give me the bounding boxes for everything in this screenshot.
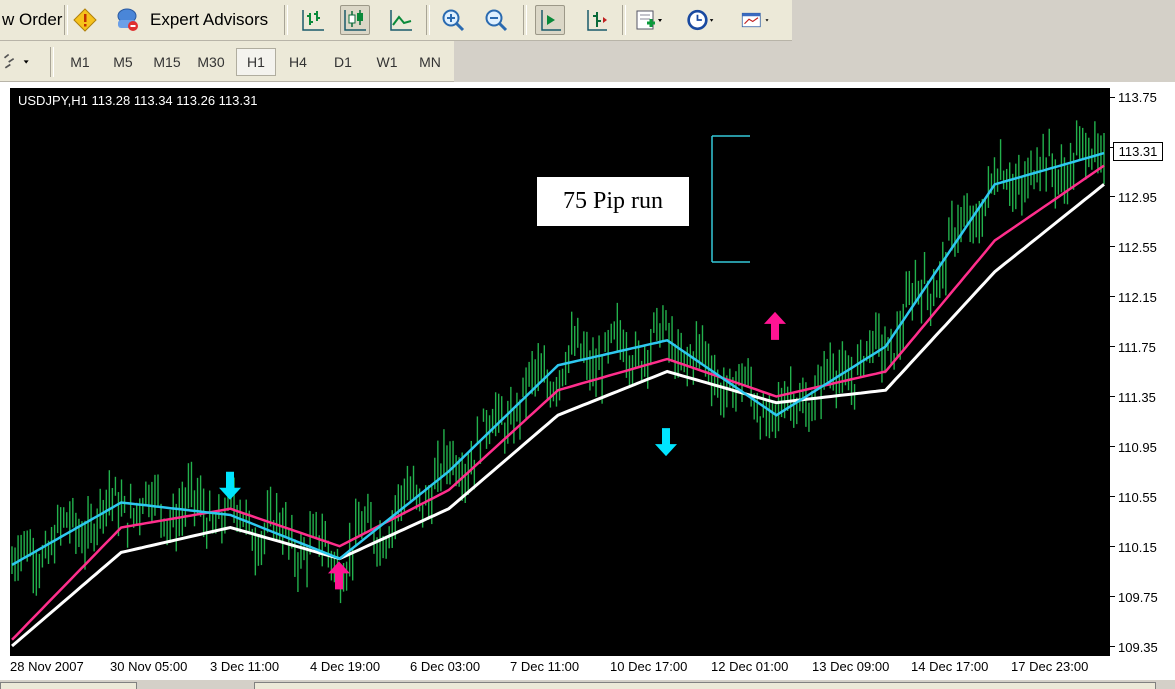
price-label: 110.95 — [1118, 440, 1157, 455]
timeframe-m5[interactable]: M5 — [103, 48, 143, 76]
chart-info: USDJPY,H1 113.28 113.34 113.26 113.31 — [18, 93, 258, 108]
line-chart-icon[interactable] — [386, 5, 416, 35]
price-tick — [1110, 496, 1115, 497]
sell-arrow-icon — [655, 428, 677, 457]
indicators-icon[interactable] — [634, 5, 664, 35]
price-tick — [1110, 97, 1115, 98]
line-studies-icon[interactable] — [2, 47, 32, 77]
buy-arrow-icon — [764, 311, 786, 340]
ma-mid-line — [11, 164, 1105, 641]
price-tick — [1110, 396, 1115, 397]
expert-advisors-icon[interactable] — [112, 5, 142, 35]
date-label: 10 Dec 17:00 — [610, 659, 688, 674]
price-label: 109.35 — [1118, 640, 1158, 655]
current-price-label: 113.31 — [1113, 142, 1163, 161]
timeframe-w1[interactable]: W1 — [367, 48, 407, 76]
date-label: 13 Dec 09:00 — [812, 659, 890, 674]
price-label: 112.95 — [1118, 190, 1157, 205]
sell-arrow-icon — [219, 471, 241, 500]
date-label: 3 Dec 11:00 — [210, 659, 280, 674]
price-label: 110.15 — [1118, 540, 1157, 555]
price-tick — [1110, 646, 1115, 647]
price-label: 112.15 — [1118, 290, 1157, 305]
price-chart — [11, 120, 1105, 648]
autotrading-icon[interactable] — [70, 5, 100, 35]
toolbar-separator — [50, 47, 54, 77]
toolbar-separator — [64, 5, 68, 35]
ma-slow-line — [11, 183, 1105, 648]
toolbar-separator — [523, 5, 527, 35]
price-tick — [1110, 446, 1115, 447]
price-tick — [1110, 296, 1115, 297]
expert-advisors-button[interactable]: Expert Advisors — [150, 10, 268, 30]
date-label: 30 Nov 05:00 — [110, 659, 188, 674]
pip-run-annotation: 75 Pip run — [537, 177, 689, 226]
templates-icon[interactable] — [740, 5, 770, 35]
toolbar-separator — [284, 5, 288, 35]
timeframe-d1[interactable]: D1 — [323, 48, 363, 76]
price-tick — [1110, 246, 1115, 247]
date-label: 28 Nov 2007 — [10, 659, 84, 674]
price-tick — [1110, 596, 1115, 597]
pip-run-bracket — [711, 135, 750, 263]
new-order-button[interactable]: w Order — [2, 10, 62, 30]
price-tick — [1110, 546, 1115, 547]
zoom-in-icon[interactable] — [438, 5, 468, 35]
price-label: 111.75 — [1118, 340, 1156, 355]
toolbar-empty-area — [792, 0, 1175, 42]
date-label: 7 Dec 11:00 — [510, 659, 580, 674]
chart-plot-area[interactable] — [10, 88, 1110, 656]
price-tick — [1110, 196, 1115, 197]
date-label: 12 Dec 01:00 — [711, 659, 789, 674]
candlestick-icon[interactable] — [340, 5, 370, 35]
toolbar-empty-area — [454, 42, 1175, 82]
zoom-out-icon[interactable] — [481, 5, 511, 35]
date-label: 14 Dec 17:00 — [911, 659, 989, 674]
date-label: 17 Dec 23:00 — [1011, 659, 1089, 674]
auto-scroll-icon[interactable] — [581, 5, 611, 35]
main-toolbar: w Order Expert Advisors — [0, 0, 792, 41]
price-label: 110.55 — [1118, 490, 1157, 505]
timeframe-mn[interactable]: MN — [410, 48, 450, 76]
timeframe-m30[interactable]: M30 — [191, 48, 231, 76]
price-label: 113.75 — [1118, 90, 1157, 105]
periods-icon[interactable] — [686, 5, 716, 35]
date-label: 4 Dec 19:00 — [310, 659, 381, 674]
timeframe-h1[interactable]: H1 — [236, 48, 276, 76]
bar-chart-icon[interactable] — [298, 5, 328, 35]
price-label: 111.35 — [1118, 390, 1156, 405]
timeframe-h4[interactable]: H4 — [278, 48, 318, 76]
price-tick — [1110, 346, 1115, 347]
chart-shift-icon[interactable] — [535, 5, 565, 35]
price-label: 109.75 — [1118, 590, 1158, 605]
price-label: 112.55 — [1118, 240, 1157, 255]
date-label: 6 Dec 03:00 — [410, 659, 481, 674]
timeframe-m15[interactable]: M15 — [147, 48, 187, 76]
toolbar-separator — [426, 5, 430, 35]
toolbar-separator — [622, 5, 626, 35]
timeframe-m1[interactable]: M1 — [60, 48, 100, 76]
